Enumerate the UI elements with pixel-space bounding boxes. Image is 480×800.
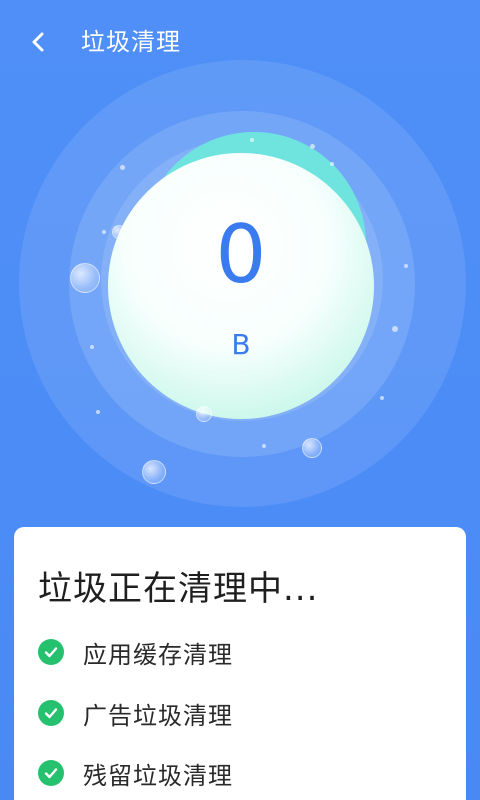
sparkle-dot: [404, 264, 408, 268]
check-circle-icon: [38, 760, 64, 786]
chevron-left-icon: [32, 32, 44, 52]
bubble-decoration: [196, 406, 212, 422]
task-item-residual-junk: 残留垃圾清理: [38, 758, 233, 790]
bubble-decoration: [70, 263, 100, 293]
sparkle-dot: [90, 345, 94, 349]
junk-size-value: 0: [215, 208, 267, 301]
sparkle-dot: [392, 326, 398, 332]
task-item-app-cache: 应用缓存清理: [38, 637, 233, 669]
bubble-decoration: [302, 438, 322, 458]
check-circle-icon: [38, 639, 64, 665]
sparkle-dot: [330, 162, 334, 166]
bubble-decoration: [112, 225, 126, 239]
sparkle-dot: [120, 165, 125, 170]
junk-size-unit: B: [231, 328, 251, 361]
sparkle-dot: [96, 410, 100, 414]
sparkle-dot: [380, 396, 384, 400]
sparkle-dot: [262, 444, 266, 448]
task-item-ad-junk: 广告垃圾清理: [38, 698, 233, 730]
check-circle-icon: [38, 700, 64, 726]
task-label: 应用缓存清理: [83, 640, 233, 669]
bubble-decoration: [142, 460, 166, 484]
page-title: 垃圾清理: [81, 28, 181, 56]
cleaning-status-title: 垃圾正在清理中...: [38, 569, 319, 609]
sparkle-dot: [310, 144, 315, 149]
sparkle-dot: [102, 230, 106, 234]
sparkle-dot: [250, 138, 254, 142]
task-label: 广告垃圾清理: [83, 701, 233, 730]
cleaning-status-card: 垃圾正在清理中... 应用缓存清理 广告垃圾清理 残留垃圾清理: [14, 527, 466, 800]
back-button[interactable]: [20, 26, 56, 58]
task-label: 残留垃圾清理: [83, 761, 233, 790]
